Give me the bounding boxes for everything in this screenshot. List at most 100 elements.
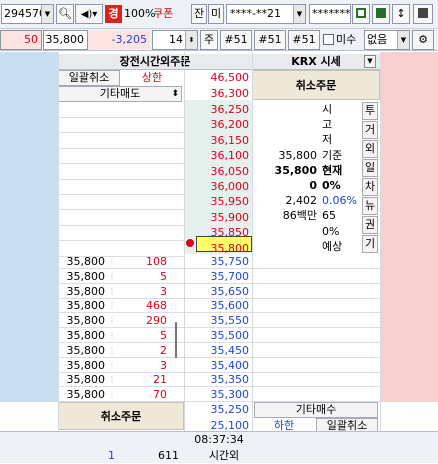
- other-sell-price: 36,300: [210, 87, 250, 100]
- divider: [184, 52, 185, 431]
- quote-info-label: 저: [322, 133, 333, 147]
- row-divider: [58, 194, 184, 195]
- side-tab[interactable]: 외: [362, 140, 378, 158]
- spinner-icon[interactable]: ⬍: [185, 31, 197, 49]
- quote-info-value: 35,800: [274, 163, 317, 177]
- quote-info-label: 고: [322, 118, 333, 132]
- row-divider: [58, 209, 184, 211]
- account-combo[interactable]: ****-**21 ▼: [226, 4, 306, 24]
- side-tab[interactable]: 기: [362, 235, 378, 253]
- side-tab[interactable]: 투: [362, 102, 378, 120]
- quote-info-value: [254, 224, 320, 240]
- password-field[interactable]: *******: [309, 4, 351, 24]
- ask-price[interactable]: 35,950: [196, 194, 252, 210]
- step-value: 14: [169, 33, 183, 46]
- quote-info-label: 예상: [322, 239, 343, 253]
- row-divider: [58, 178, 184, 180]
- password-value: *******: [312, 7, 351, 20]
- ask-price[interactable]: 35,800: [196, 241, 252, 257]
- upper-limit-price: 46,500: [210, 71, 250, 84]
- ask-left-shade: [0, 52, 58, 402]
- unfilled-button[interactable]: 미: [208, 4, 224, 24]
- quote-info-value: 2,402: [285, 194, 318, 208]
- change-value: -3,205: [88, 31, 150, 49]
- time-display: 08:37:34: [194, 433, 244, 446]
- side-tab[interactable]: 일: [362, 159, 378, 177]
- stock-code-value: 294570: [4, 7, 46, 20]
- count-value: 1: [108, 449, 115, 462]
- qty-preset-2[interactable]: #51: [254, 30, 286, 50]
- unfilled-label: 미수: [336, 33, 357, 46]
- ask-price[interactable]: 36,250: [196, 102, 252, 118]
- gear-button[interactable]: ⚙: [412, 30, 434, 50]
- resize-button[interactable]: ↕: [392, 4, 410, 24]
- quote-info-label: 기준: [322, 148, 343, 162]
- condition-select[interactable]: 없음 ▼: [364, 30, 410, 50]
- row-divider: [58, 163, 184, 165]
- quote-info-value: [254, 239, 320, 255]
- stock-code-combo[interactable]: 294570 ▼: [1, 4, 54, 24]
- krx-header-label: KRX 시세: [291, 55, 341, 68]
- order-bar: 50 35,800 -3,205 14 ⬍ 주 #51 #51 #51 미수 없…: [0, 29, 438, 51]
- speaker-icon: ◀)▾: [80, 9, 98, 20]
- after-hours-label: 시간외: [208, 449, 240, 462]
- quote-info-value: 86백만: [282, 209, 317, 223]
- krx-header: KRX 시세: [252, 54, 380, 70]
- gear-icon: ⚙: [418, 33, 428, 46]
- other-buy-button[interactable]: 기타매수: [254, 402, 378, 418]
- row-divider: [58, 117, 184, 118]
- quote-info-value: [254, 102, 320, 118]
- qty-preset-1[interactable]: #51: [220, 30, 252, 50]
- ask-price[interactable]: 35,850: [196, 225, 252, 241]
- other-sell-label: 기타매도: [99, 87, 141, 100]
- ask-price[interactable]: 36,150: [196, 133, 252, 149]
- buy-cancel-order-button[interactable]: 취소주문: [58, 402, 184, 430]
- quote-info-value: [254, 117, 320, 133]
- side-tab[interactable]: 뉴: [362, 197, 378, 215]
- krx-cancel-order-button[interactable]: 취소주문: [252, 70, 380, 100]
- ask-price[interactable]: 36,050: [196, 164, 252, 180]
- chevron-down-icon[interactable]: ▼: [293, 5, 305, 23]
- quote-info-value: 35,800: [278, 148, 318, 162]
- settings-button[interactable]: [413, 4, 433, 24]
- after-hours-header: 장전시간외주문: [58, 54, 252, 70]
- ask-price[interactable]: 36,000: [196, 179, 252, 195]
- layout-icon: [376, 8, 386, 18]
- quote-info-label: 0%: [322, 224, 340, 238]
- divider: [380, 52, 381, 431]
- condition-value: 없음: [367, 33, 388, 46]
- ask-price[interactable]: 36,100: [196, 148, 252, 164]
- side-tab[interactable]: 차: [362, 178, 378, 196]
- side-tab[interactable]: 권: [362, 216, 378, 234]
- layout-button[interactable]: [372, 4, 390, 24]
- search-button[interactable]: 🔍︎: [56, 4, 74, 24]
- chevron-down-icon[interactable]: ▼: [41, 5, 53, 23]
- scroll-thumb[interactable]: [175, 322, 177, 358]
- sound-button[interactable]: ◀)▾: [75, 4, 103, 24]
- bid-right-shade: [380, 52, 438, 402]
- qty-field[interactable]: 50: [0, 30, 42, 50]
- ask-price[interactable]: 35,900: [196, 210, 252, 226]
- quote-info-label: 0%: [322, 179, 341, 192]
- price-field[interactable]: 35,800: [43, 30, 88, 50]
- side-tab[interactable]: 거: [362, 121, 378, 139]
- other-sell-button[interactable]: 기타매도 ⬍: [58, 86, 182, 102]
- margin-percent: 100%: [124, 7, 156, 20]
- divider: [252, 52, 253, 431]
- unit-button[interactable]: 주: [200, 30, 218, 50]
- sell-cancel-all-button[interactable]: 일괄취소: [58, 70, 120, 86]
- row-divider: [58, 224, 184, 226]
- ask-price[interactable]: 36,200: [196, 117, 252, 133]
- fullscreen-button[interactable]: [352, 4, 370, 24]
- step-spinner[interactable]: 14 ⬍: [152, 30, 198, 50]
- qty-preset-3[interactable]: #51: [288, 30, 320, 50]
- coupon-label[interactable]: 쿠폰: [153, 5, 189, 23]
- order-book: 장전시간외주문 KRX 시세 ▼ 일괄취소 상한 46,500 기타매도 ⬍ 3…: [0, 52, 438, 463]
- account-value: ****-**21: [230, 7, 281, 20]
- row-divider: [58, 132, 184, 134]
- chevron-down-icon[interactable]: ▼: [364, 55, 376, 68]
- chevron-down-icon[interactable]: ▼: [397, 31, 409, 49]
- unfilled-checkbox[interactable]: [323, 34, 334, 45]
- window-icon: [356, 8, 366, 18]
- balance-button[interactable]: 잔: [191, 4, 207, 24]
